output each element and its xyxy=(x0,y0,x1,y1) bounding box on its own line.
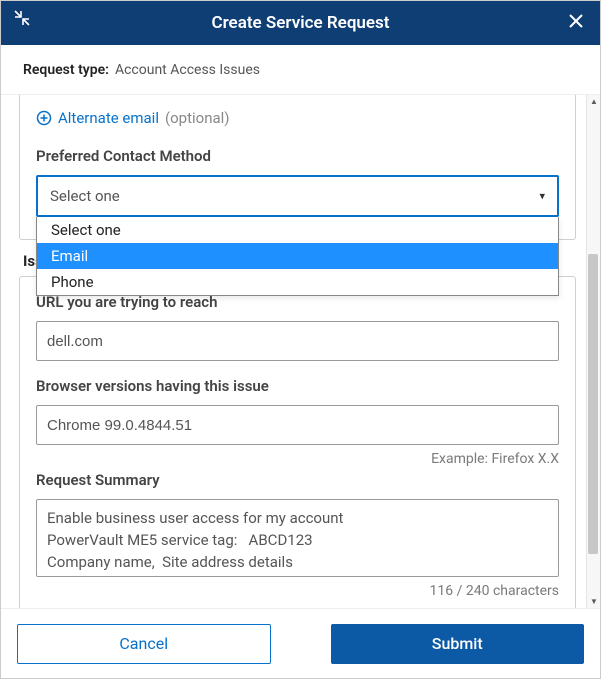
request-type-label: Request type: xyxy=(23,62,109,78)
submit-button[interactable]: Submit xyxy=(331,624,585,664)
preferred-contact-selected-value: Select one xyxy=(50,187,120,205)
dropdown-option[interactable]: Phone xyxy=(37,269,558,295)
issue-card: URL you are trying to reach Browser vers… xyxy=(19,276,576,608)
close-icon[interactable] xyxy=(568,13,584,29)
scroll-up-icon[interactable]: ▲ xyxy=(587,95,600,108)
modal-footer: Cancel Submit xyxy=(1,608,600,678)
dropdown-option[interactable]: Email xyxy=(37,243,558,269)
alternate-email-link[interactable]: Alternate email xyxy=(36,109,159,127)
summary-label: Request Summary xyxy=(36,471,559,489)
preferred-contact-select[interactable]: Select one ▾ xyxy=(36,175,559,217)
optional-text: (optional) xyxy=(165,109,230,127)
preferred-contact-label: Preferred Contact Method xyxy=(36,147,559,165)
url-input[interactable] xyxy=(36,321,559,361)
contact-card: Alternate email (optional) Preferred Con… xyxy=(19,95,576,240)
create-service-request-modal: Create Service Request Request type: Acc… xyxy=(0,0,601,679)
modal-title: Create Service Request xyxy=(211,13,389,33)
plus-circle-icon xyxy=(36,110,52,126)
alternate-email-text: Alternate email xyxy=(58,109,159,127)
preferred-contact-select-wrap: Select one ▾ Select one Email Phone xyxy=(36,175,559,217)
request-type-value: Account Access Issues xyxy=(115,62,260,78)
request-type-bar: Request type: Account Access Issues xyxy=(1,45,600,95)
browser-label: Browser versions having this issue xyxy=(36,377,559,395)
scroll-down-icon[interactable]: ▼ xyxy=(587,594,600,608)
cancel-button[interactable]: Cancel xyxy=(17,624,271,664)
dropdown-option[interactable]: Select one xyxy=(37,217,558,243)
char-count: 116 / 240 characters xyxy=(36,583,559,599)
modal-body: Alternate email (optional) Preferred Con… xyxy=(1,95,600,608)
cancel-button-label: Cancel xyxy=(119,634,168,653)
modal-header: Create Service Request xyxy=(1,1,600,45)
scrollbar[interactable]: ▲ ▼ xyxy=(586,95,600,608)
preferred-contact-dropdown: Select one Email Phone xyxy=(36,217,559,296)
browser-example: Example: Firefox X.X xyxy=(36,451,559,467)
summary-textarea[interactable]: Enable business user access for my accou… xyxy=(36,499,559,577)
submit-button-label: Submit xyxy=(432,634,483,653)
scrollbar-thumb[interactable] xyxy=(588,254,598,554)
collapse-icon[interactable] xyxy=(13,9,33,29)
browser-input[interactable] xyxy=(36,405,559,445)
chevron-down-icon: ▾ xyxy=(539,190,545,203)
